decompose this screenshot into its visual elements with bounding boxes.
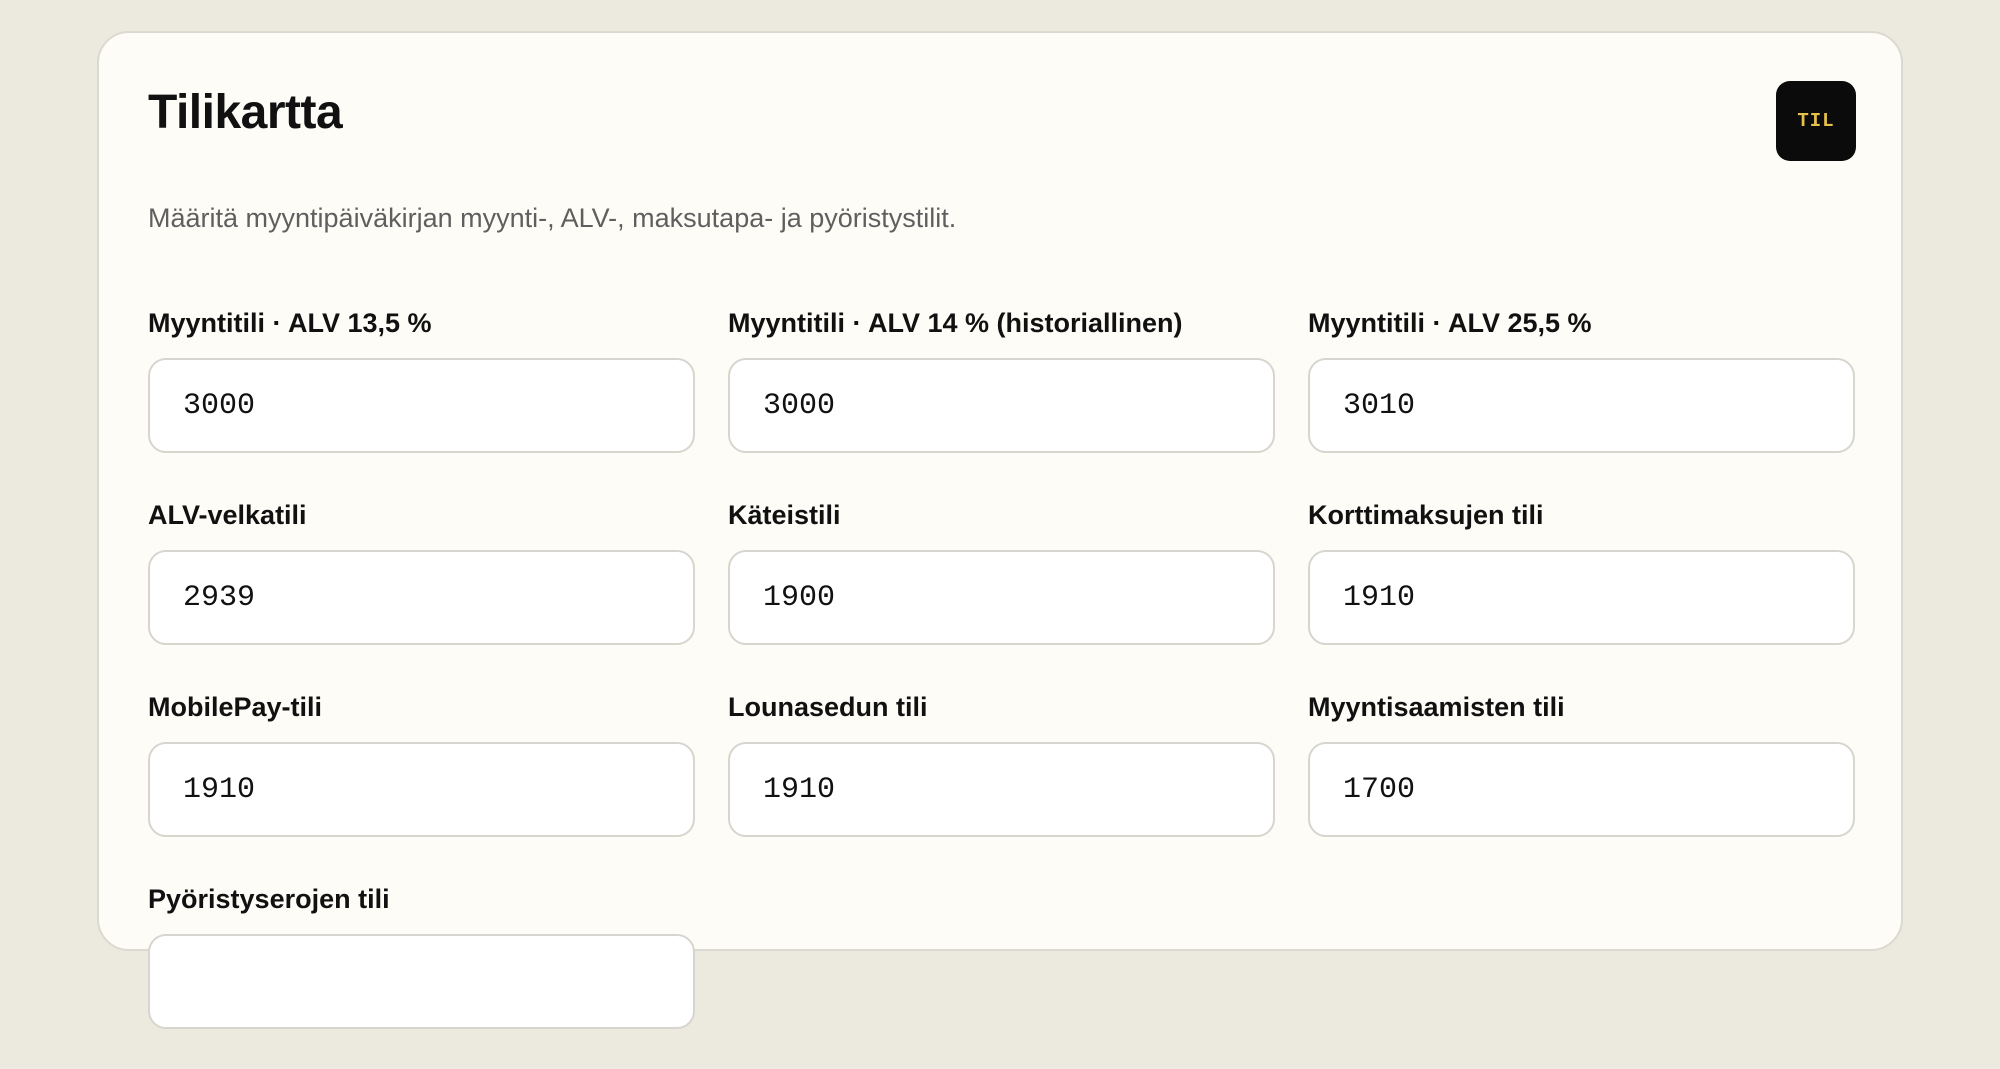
cash-account-input[interactable] [728,550,1275,645]
field-receivables: Myyntisaamisten tili [1308,685,1855,877]
mobilepay-account-input[interactable] [148,742,695,837]
field-label: Myyntitili · ALV 13,5 % [148,308,432,338]
chart-of-accounts-card: Tilikartta TIL Määritä myyntipäiväkirjan… [97,31,1903,1029]
field-cash: Käteistili [728,493,1275,685]
field-label: Käteistili [728,500,841,530]
field-mobilepay: MobilePay-tili [148,685,695,877]
field-card-payments: Korttimaksujen tili [1308,493,1855,685]
receivables-account-input[interactable] [1308,742,1855,837]
field-label: Myyntitili · ALV 14 % (historiallinen) [728,308,1183,338]
field-label: MobilePay-tili [148,692,323,722]
field-label: Myyntitili · ALV 25,5 % [1308,308,1592,338]
account-fields-grid: Myyntitili · ALV 13,5 % Myyntitili · ALV… [148,301,1856,1069]
field-sales-vat-13-5: Myyntitili · ALV 13,5 % [148,301,695,493]
section-badge: TIL [1776,81,1856,161]
field-label: Myyntisaamisten tili [1308,692,1565,722]
field-label: Korttimaksujen tili [1308,500,1544,530]
sales-account-vat-13-5-input[interactable] [148,358,695,453]
vat-liability-account-input[interactable] [148,550,695,645]
page-description: Määritä myyntipäiväkirjan myynti-, ALV-,… [148,203,957,233]
page-title: Tilikartta [148,86,343,139]
field-label: ALV-velkatili [148,500,307,530]
field-sales-vat-14: Myyntitili · ALV 14 % (historiallinen) [728,301,1275,493]
sales-account-vat-14-input[interactable] [728,358,1275,453]
card-payments-account-input[interactable] [1308,550,1855,645]
field-lunch-benefit: Lounasedun tili [728,685,1275,877]
rounding-differences-account-input[interactable] [148,934,695,1029]
field-sales-vat-25-5: Myyntitili · ALV 25,5 % [1308,301,1855,493]
sales-account-vat-25-5-input[interactable] [1308,358,1855,453]
lunch-benefit-account-input[interactable] [728,742,1275,837]
field-label: Pyöristyserojen tili [148,884,390,914]
field-rounding-differences: Pyöristyserojen tili [148,877,695,1069]
field-label: Lounasedun tili [728,692,928,722]
field-vat-liability: ALV-velkatili [148,493,695,685]
